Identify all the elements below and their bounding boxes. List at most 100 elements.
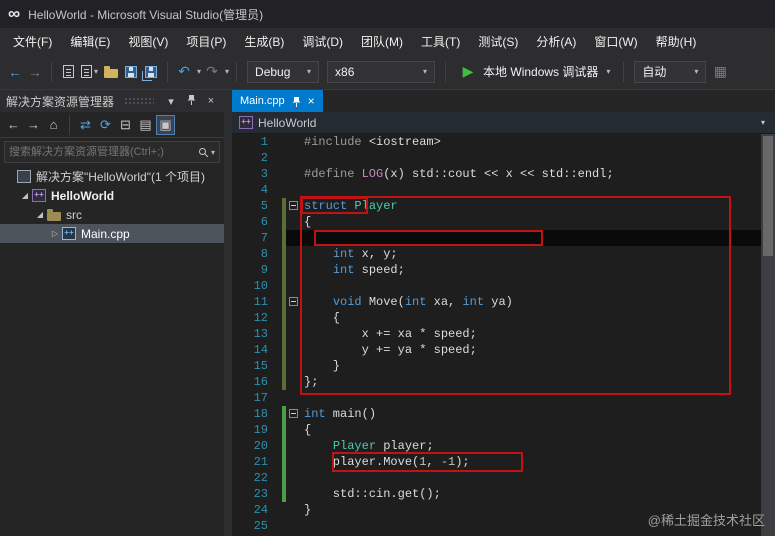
pin-icon[interactable]	[292, 96, 301, 107]
save-button[interactable]	[122, 60, 140, 84]
code-line-6[interactable]: 6{	[232, 214, 761, 230]
fold-collapse-icon[interactable]	[289, 297, 298, 306]
menu-item-9[interactable]: 分析(A)	[527, 29, 585, 54]
code-line-10[interactable]: 10	[232, 278, 761, 294]
undo-dropdown-icon[interactable]: ▾	[197, 67, 201, 76]
code-line-8[interactable]: 8 int x, y;	[232, 246, 761, 262]
fold-gutter[interactable]	[286, 486, 304, 502]
fold-gutter[interactable]	[286, 390, 304, 406]
code-line-21[interactable]: 21 player.Move(1, -1);	[232, 454, 761, 470]
code-line-19[interactable]: 19 {	[232, 422, 761, 438]
auto-dropdown[interactable]: 自动 ▾	[634, 60, 707, 83]
navbar-dropdown-icon[interactable]: ▾	[761, 118, 765, 127]
fold-gutter[interactable]	[286, 262, 304, 278]
fold-gutter[interactable]	[286, 406, 304, 422]
menu-item-10[interactable]: 窗口(W)	[585, 29, 646, 54]
code-line-16[interactable]: 16};	[232, 374, 761, 390]
code-line-13[interactable]: 13 x += xa * speed;	[232, 326, 761, 342]
navigation-bar[interactable]: ++ HelloWorld ▾	[232, 112, 775, 134]
fold-gutter[interactable]	[286, 246, 304, 262]
properties-icon[interactable]: ▤	[136, 115, 155, 135]
fold-gutter[interactable]	[286, 198, 304, 214]
back-button[interactable]: ←	[4, 115, 23, 135]
fold-collapse-icon[interactable]	[289, 201, 298, 210]
fold-gutter[interactable]	[286, 454, 304, 470]
new-project-button[interactable]	[59, 60, 77, 84]
code-line-22[interactable]: 22	[232, 470, 761, 486]
code-line-15[interactable]: 15 }	[232, 358, 761, 374]
refresh-icon[interactable]: ⟳	[96, 115, 115, 135]
expander-icon[interactable]: ◢	[34, 210, 46, 219]
window-position-icon[interactable]: ▾	[164, 95, 178, 108]
code-line-17[interactable]: 17	[232, 390, 761, 406]
code-line-4[interactable]: 4	[232, 182, 761, 198]
menu-item-11[interactable]: 帮助(H)	[647, 29, 706, 54]
fold-gutter[interactable]	[286, 326, 304, 342]
fold-gutter[interactable]	[286, 278, 304, 294]
close-icon[interactable]: ×	[204, 95, 218, 107]
toolbar-overflow-button[interactable]: ▦	[711, 60, 729, 84]
code-line-18[interactable]: 18 int main()	[232, 406, 761, 422]
collapse-all-icon[interactable]: ⊟	[116, 115, 135, 135]
tree-item-solution[interactable]: 解决方案"HelloWorld"(1 个项目)	[0, 167, 224, 186]
tree-item-project-helloworld[interactable]: ◢ ++ HelloWorld	[0, 186, 224, 205]
fold-gutter[interactable]	[286, 518, 304, 534]
fold-gutter[interactable]	[286, 166, 304, 182]
solution-platform-dropdown[interactable]: x86 ▾	[327, 60, 436, 83]
code-line-7[interactable]: 7	[232, 230, 761, 246]
code-line-11[interactable]: 11 void Move(int xa, int ya)	[232, 294, 761, 310]
menu-item-3[interactable]: 项目(P)	[177, 29, 235, 54]
start-debugging-button[interactable]: ▶ 本地 Windows 调试器 ▾	[453, 60, 616, 84]
open-file-button[interactable]	[102, 60, 120, 84]
fold-gutter[interactable]	[286, 374, 304, 390]
code-line-14[interactable]: 14 y += ya * speed;	[232, 342, 761, 358]
code-area[interactable]: 1 #include <iostream> 2 3 #define LOG(x) std…	[232, 134, 761, 536]
fold-collapse-icon[interactable]	[289, 409, 298, 418]
code-line-9[interactable]: 9 int speed;	[232, 262, 761, 278]
fold-gutter[interactable]	[286, 182, 304, 198]
code-line-1[interactable]: 1 #include <iostream>	[232, 134, 761, 150]
vertical-scrollbar[interactable]	[761, 134, 775, 536]
save-all-button[interactable]	[142, 60, 160, 84]
fold-gutter[interactable]	[286, 214, 304, 230]
menu-item-1[interactable]: 编辑(E)	[61, 29, 119, 54]
breadcrumb-project[interactable]: HelloWorld	[258, 116, 316, 130]
search-options-icon[interactable]: ▾	[211, 148, 215, 157]
navigate-back-button[interactable]: ←	[6, 60, 24, 84]
fold-gutter[interactable]	[286, 358, 304, 374]
close-tab-icon[interactable]: ×	[308, 94, 315, 108]
fold-gutter[interactable]	[286, 470, 304, 486]
search-input[interactable]	[9, 146, 198, 158]
menu-item-5[interactable]: 调试(D)	[293, 29, 352, 54]
forward-button[interactable]: →	[24, 115, 43, 135]
redo-button[interactable]: ↷	[203, 60, 221, 84]
undo-button[interactable]: ↶	[175, 60, 193, 84]
expander-icon[interactable]: ▷	[49, 229, 61, 238]
menu-item-7[interactable]: 工具(T)	[412, 29, 469, 54]
fold-gutter[interactable]	[286, 438, 304, 454]
code-line-5[interactable]: 5 struct Player	[232, 198, 761, 214]
menu-item-8[interactable]: 测试(S)	[469, 29, 527, 54]
sync-icon[interactable]: ⇄	[76, 115, 95, 135]
code-line-2[interactable]: 2	[232, 150, 761, 166]
search-icon[interactable]	[198, 147, 209, 158]
menu-item-4[interactable]: 生成(B)	[235, 29, 293, 54]
code-line-12[interactable]: 12 {	[232, 310, 761, 326]
fold-gutter[interactable]	[286, 502, 304, 518]
drag-grip[interactable]	[124, 97, 154, 105]
code-line-3[interactable]: 3 #define LOG(x) std::cout << x << std::e…	[232, 166, 761, 182]
preview-selected-items-button[interactable]: ▣	[156, 114, 175, 135]
home-icon[interactable]: ⌂	[44, 115, 63, 135]
fold-gutter[interactable]	[286, 294, 304, 310]
scrollbar-thumb[interactable]	[763, 136, 773, 256]
fold-gutter[interactable]	[286, 230, 304, 246]
fold-gutter[interactable]	[286, 134, 304, 150]
tab-maincpp[interactable]: Main.cpp ×	[232, 90, 323, 112]
navigate-forward-button[interactable]: →	[26, 60, 44, 84]
fold-gutter[interactable]	[286, 150, 304, 166]
expander-icon[interactable]: ◢	[19, 191, 31, 200]
fold-gutter[interactable]	[286, 342, 304, 358]
menu-item-0[interactable]: 文件(F)	[4, 29, 61, 54]
solution-configuration-dropdown[interactable]: Debug ▾	[247, 60, 320, 83]
code-line-20[interactable]: 20 Player player;	[232, 438, 761, 454]
